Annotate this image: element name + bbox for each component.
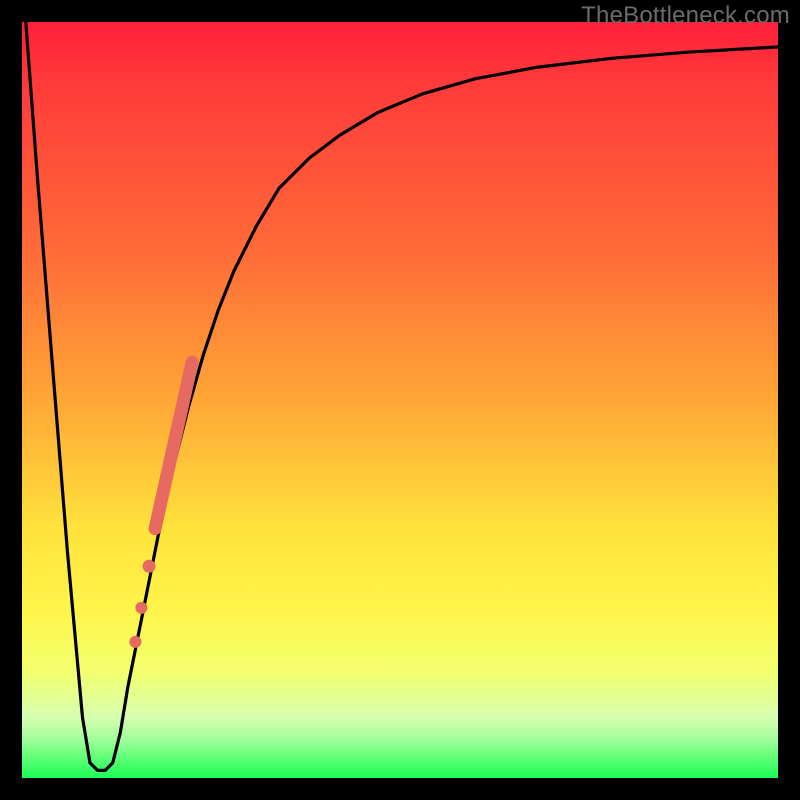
curve-layer [22,22,778,778]
watermark-text: TheBottleneck.com [581,2,790,30]
bottleneck-curve [26,22,778,770]
observed-range-highlight [129,362,192,648]
chart-frame: TheBottleneck.com [0,0,800,800]
plot-area [22,22,778,778]
